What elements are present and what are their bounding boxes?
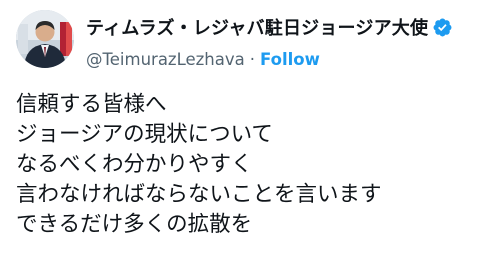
author-handle-row: @TeimurazLezhava · Follow <box>86 48 320 70</box>
avatar[interactable] <box>16 10 74 68</box>
avatar-image <box>16 10 74 68</box>
author-display-name[interactable]: ティムラズ・レジャバ駐日ジョージア大使 <box>86 14 428 40</box>
tweet-line: できるだけ多くの拡散を <box>16 212 253 237</box>
tweet-line: 言わなければならないことを言います <box>16 182 382 207</box>
separator-dot: · <box>249 49 256 69</box>
tweet-line: なるべくわ分かりやすく <box>16 152 253 177</box>
tweet-line: 信頼する皆様へ <box>16 92 167 117</box>
follow-button[interactable]: Follow <box>260 50 320 69</box>
tweet-line: ジョージアの現状について <box>16 122 273 147</box>
author-name-row: ティムラズ・レジャバ駐日ジョージア大使 <box>86 14 453 40</box>
author-handle[interactable]: @TeimurazLezhava <box>86 50 245 69</box>
verified-badge-icon <box>432 17 453 38</box>
tweet-text: 信頼する皆様へ ジョージアの現状について なるべくわ分かりやすく 言わなければな… <box>16 90 496 240</box>
tweet-header: ティムラズ・レジャバ駐日ジョージア大使 @TeimurazLezhava · F… <box>16 6 494 69</box>
